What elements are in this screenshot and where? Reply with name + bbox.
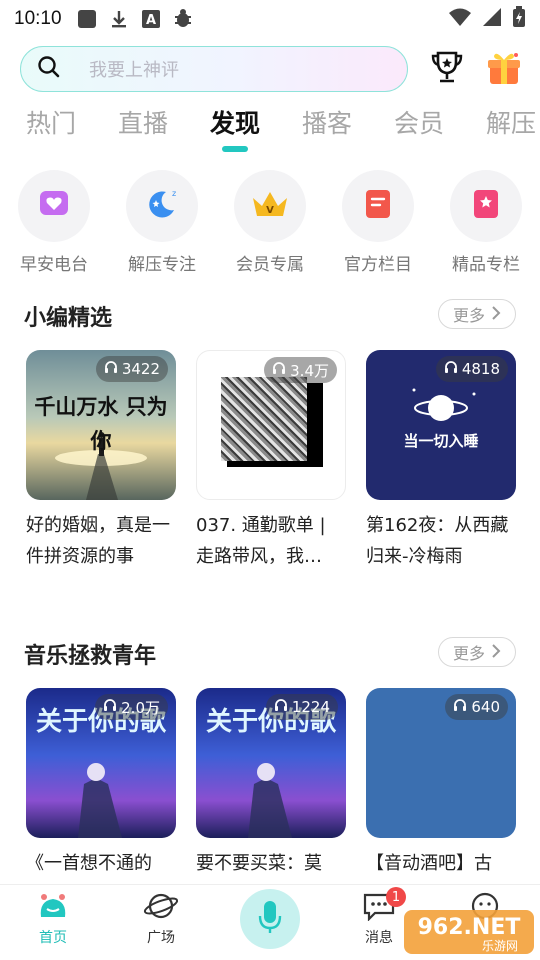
chevron-right-icon bbox=[491, 643, 501, 662]
bug-icon bbox=[172, 8, 194, 30]
play-count: 3422 bbox=[95, 356, 168, 382]
svg-text:V: V bbox=[266, 205, 274, 216]
wifi-icon bbox=[448, 7, 472, 31]
watermark-logo: 962.NET 乐游网 bbox=[402, 906, 536, 956]
crown-icon: V bbox=[250, 188, 290, 224]
tab-live[interactable]: 直播 bbox=[118, 104, 168, 140]
play-count-value: 640 bbox=[471, 698, 500, 716]
play-count: 4818 bbox=[435, 356, 508, 382]
category-tabs: 热门 直播 发现 播客 会员 解压 bbox=[0, 104, 540, 154]
album-card[interactable]: 3.4万 037. 通勤歌单 | 走路带风，我… bbox=[196, 350, 346, 572]
album-card[interactable]: 关于你的歌 2.0万 《一首想不通的 bbox=[26, 688, 176, 910]
search-row: 我要上神评 bbox=[20, 46, 530, 92]
planet-icon bbox=[143, 893, 179, 925]
headphones-icon bbox=[272, 361, 286, 379]
signal-icon bbox=[482, 7, 502, 31]
channel-label: 会员专属 bbox=[236, 255, 304, 275]
play-count: 640 bbox=[445, 694, 508, 720]
tab-member[interactable]: 会员 bbox=[394, 104, 444, 140]
channel-label: 解压专注 bbox=[128, 255, 196, 275]
album-card[interactable]: 关于你的歌 1224 要不要买菜：莫 bbox=[196, 688, 346, 910]
unread-badge: 1 bbox=[386, 887, 406, 907]
album-title: 037. 通勤歌单 | 走路带风，我… bbox=[196, 515, 326, 567]
album-cover: 3.4万 bbox=[196, 350, 346, 500]
tab-discover[interactable]: 发现 bbox=[210, 104, 260, 140]
trophy-icon[interactable] bbox=[430, 50, 464, 86]
tab-hot[interactable]: 热门 bbox=[26, 104, 76, 140]
status-bar: 10:10 A bbox=[0, 0, 540, 38]
nav-square[interactable]: 广场 bbox=[126, 891, 196, 947]
square-notification-icon bbox=[76, 8, 98, 30]
nav-home[interactable]: 首页 bbox=[18, 891, 88, 947]
album-cover: 当一切入睡 4818 bbox=[366, 350, 516, 500]
moon-sleep-icon: z bbox=[144, 186, 180, 226]
more-button-picks[interactable]: 更多 bbox=[438, 299, 516, 329]
album-cover: 关于你的歌 1224 bbox=[196, 688, 346, 838]
microphone-icon bbox=[257, 899, 283, 939]
headphones-icon bbox=[453, 698, 467, 716]
tab-relax[interactable]: 解压 bbox=[486, 104, 536, 140]
search-placeholder: 我要上神评 bbox=[89, 60, 179, 81]
nav-label: 广场 bbox=[147, 930, 175, 946]
chevron-right-icon bbox=[491, 305, 501, 324]
more-button-music[interactable]: 更多 bbox=[438, 637, 516, 667]
gift-icon[interactable] bbox=[486, 50, 522, 86]
home-icon bbox=[35, 894, 71, 925]
message-icon bbox=[361, 893, 397, 925]
play-count-value: 2.0万 bbox=[121, 698, 160, 717]
tab-podcast[interactable]: 播客 bbox=[302, 104, 352, 140]
album-title: 第162夜：从西藏归来-冷梅雨 bbox=[366, 515, 509, 567]
svg-text:A: A bbox=[146, 13, 156, 28]
document-icon bbox=[363, 188, 393, 224]
album-title: 好的婚姻，真是一件拼资源的事 bbox=[26, 515, 170, 567]
record-button[interactable] bbox=[240, 889, 300, 949]
album-card[interactable]: 当一切入睡 4818 第162夜：从西藏归来-冷梅雨 bbox=[366, 350, 516, 572]
nav-label: 首页 bbox=[39, 930, 67, 946]
cover-text: 千山万水 只为你 bbox=[34, 394, 168, 453]
channel-official-column[interactable]: 官方栏目 bbox=[328, 170, 428, 275]
channel-member-exclusive[interactable]: V 会员专属 bbox=[220, 170, 320, 275]
battery-icon bbox=[512, 6, 526, 32]
album-cover: 关于你的歌 2.0万 bbox=[26, 688, 176, 838]
section-title-picks: 小编精选 bbox=[24, 306, 113, 331]
album-cover: 640 bbox=[366, 688, 516, 838]
cover-text: 当一切入睡 bbox=[403, 432, 479, 450]
channel-relax-focus[interactable]: z 解压专注 bbox=[112, 170, 212, 275]
album-card[interactable]: 640 【音动酒吧】古 bbox=[366, 688, 516, 910]
headphones-icon bbox=[103, 698, 117, 716]
heart-chat-icon bbox=[38, 188, 70, 224]
more-label: 更多 bbox=[453, 306, 486, 325]
headphones-icon bbox=[444, 360, 458, 378]
tab-indicator bbox=[222, 146, 248, 152]
play-count-value: 3.4万 bbox=[290, 361, 329, 380]
section-title-music: 音乐拯救青年 bbox=[24, 644, 157, 669]
channel-morning-radio[interactable]: 早安电台 bbox=[4, 170, 104, 275]
play-count: 1224 bbox=[265, 694, 338, 720]
bookmark-star-icon bbox=[471, 188, 501, 224]
headphones-icon bbox=[274, 698, 288, 716]
svg-text:962.NET: 962.NET bbox=[418, 915, 521, 940]
channel-row: 早安电台 z 解压专注 V 会员专属 官方栏目 精品专栏 bbox=[0, 170, 540, 280]
channel-label: 早安电台 bbox=[20, 255, 88, 275]
svg-text:乐游网: 乐游网 bbox=[482, 939, 518, 953]
album-cover: 千山万水 只为你 3422 bbox=[26, 350, 176, 500]
play-count-value: 4818 bbox=[461, 360, 500, 378]
play-count-value: 1224 bbox=[291, 698, 330, 716]
font-a-icon: A bbox=[140, 8, 162, 30]
play-count: 3.4万 bbox=[264, 357, 337, 383]
album-card[interactable]: 千山万水 只为你 3422 好的婚姻，真是一件拼资源的事 bbox=[26, 350, 176, 572]
search-icon bbox=[37, 55, 61, 83]
search-input[interactable]: 我要上神评 bbox=[20, 46, 408, 92]
svg-text:z: z bbox=[172, 189, 176, 198]
more-label: 更多 bbox=[453, 644, 486, 663]
download-icon bbox=[108, 8, 130, 30]
headphones-icon bbox=[104, 360, 118, 378]
channel-label: 精品专栏 bbox=[452, 255, 520, 275]
channel-label: 官方栏目 bbox=[344, 255, 412, 275]
play-count-value: 3422 bbox=[121, 360, 160, 378]
status-time: 10:10 bbox=[14, 8, 62, 29]
channel-premium-column[interactable]: 精品专栏 bbox=[436, 170, 536, 275]
play-count: 2.0万 bbox=[95, 694, 168, 720]
